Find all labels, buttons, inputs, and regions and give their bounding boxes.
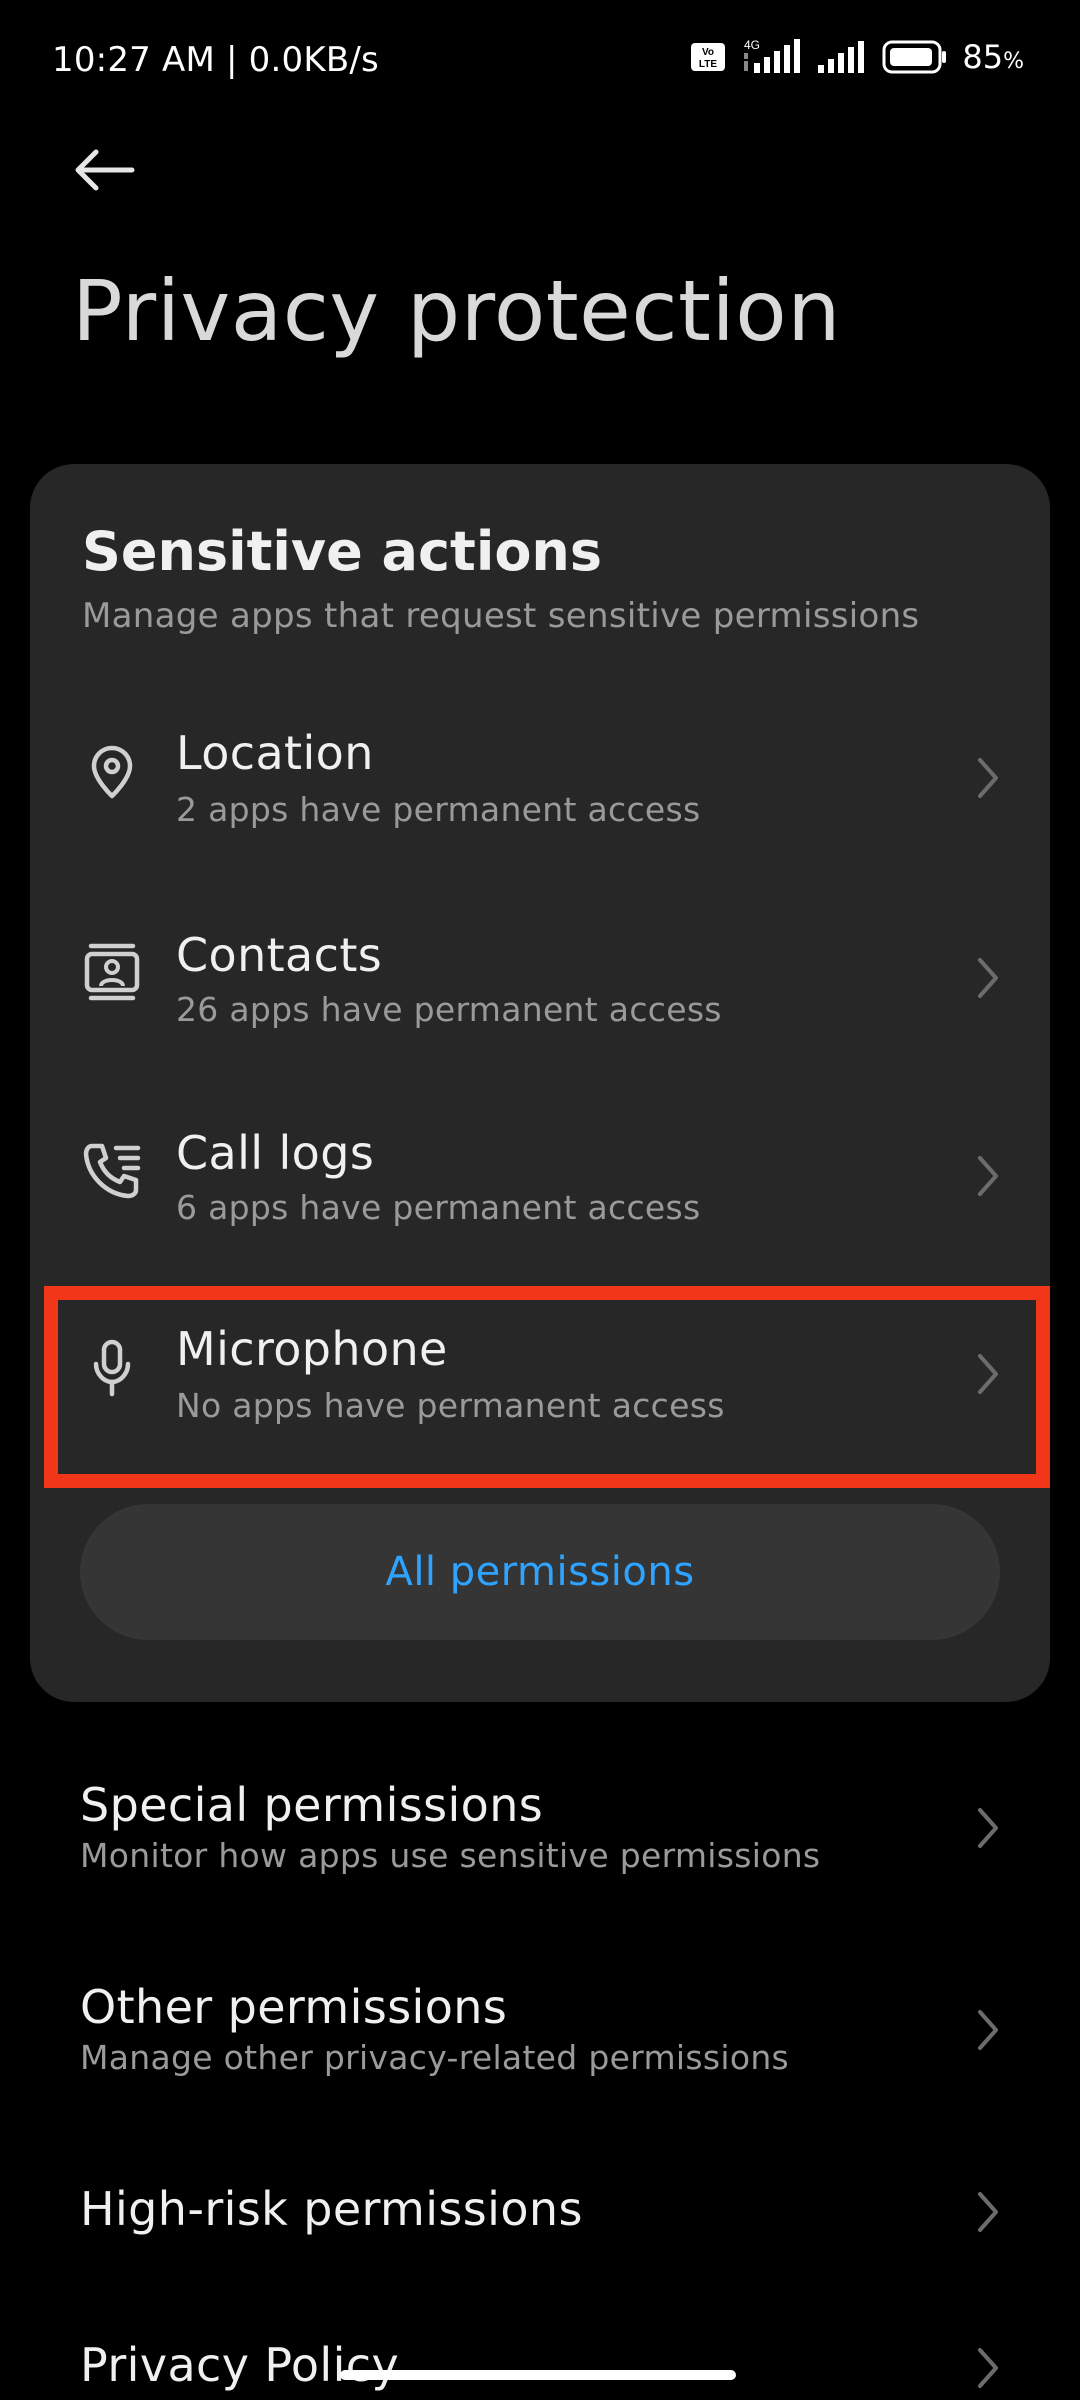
chevron-right-icon bbox=[978, 1808, 998, 1848]
perm-desc: 6 apps have permanent access bbox=[176, 1188, 701, 1227]
list-item-special-permissions[interactable]: Special permissions Monitor how apps use… bbox=[0, 1768, 1080, 1888]
list-item-privacy-policy[interactable]: Privacy Policy bbox=[0, 2338, 1080, 2400]
contacts-icon bbox=[80, 940, 144, 1004]
list-label: Special permissions bbox=[80, 1778, 544, 1832]
svg-text:LTE: LTE bbox=[699, 59, 717, 70]
perm-desc: 26 apps have permanent access bbox=[176, 990, 722, 1029]
all-permissions-button[interactable]: All permissions bbox=[80, 1504, 1000, 1640]
card-title: Sensitive actions bbox=[82, 520, 603, 583]
perm-desc: 2 apps have permanent access bbox=[176, 790, 701, 829]
perm-row-location[interactable]: Location 2 apps have permanent access bbox=[30, 680, 1050, 870]
call-log-icon bbox=[80, 1138, 144, 1202]
home-indicator[interactable] bbox=[340, 2370, 736, 2380]
perm-desc: No apps have permanent access bbox=[176, 1386, 725, 1425]
list-item-high-risk-permissions[interactable]: High-risk permissions bbox=[0, 2182, 1080, 2262]
chevron-right-icon bbox=[978, 2192, 998, 2232]
list-desc: Manage other privacy-related permissions bbox=[80, 2038, 790, 2077]
chevron-right-icon bbox=[978, 2010, 998, 2050]
list-item-other-permissions[interactable]: Other permissions Manage other privacy-r… bbox=[0, 1972, 1080, 2092]
svg-text:4G: 4G bbox=[744, 39, 760, 52]
status-icons: Vo LTE 4G 85% bbox=[690, 38, 1024, 76]
status-bar: 10:27 AM | 0.0KB/s Vo LTE 4G 85% bbox=[0, 0, 1080, 122]
chevron-right-icon bbox=[978, 1156, 998, 1196]
location-pin-icon bbox=[80, 740, 144, 804]
battery-icon bbox=[882, 40, 947, 74]
list-label: Privacy Policy bbox=[80, 2338, 400, 2392]
svg-text:Vo: Vo bbox=[702, 47, 714, 58]
microphone-icon bbox=[80, 1336, 144, 1400]
list-desc: Monitor how apps use sensitive permissio… bbox=[80, 1836, 821, 1875]
back-button[interactable] bbox=[72, 140, 152, 200]
perm-row-microphone[interactable]: Microphone No apps have permanent access bbox=[30, 1276, 1050, 1466]
signal-4g-icon: 4G bbox=[744, 39, 801, 73]
chevron-right-icon bbox=[978, 2348, 998, 2388]
page-title: Privacy protection bbox=[72, 262, 841, 360]
card-subtitle: Manage apps that request sensitive permi… bbox=[82, 596, 920, 636]
chevron-right-icon bbox=[978, 758, 998, 798]
perm-row-call-logs[interactable]: Call logs 6 apps have permanent access bbox=[30, 1078, 1050, 1268]
perm-label: Call logs bbox=[176, 1126, 375, 1180]
list-label: Other permissions bbox=[80, 1980, 508, 2034]
volte-icon: Vo LTE bbox=[691, 43, 726, 71]
signal-icon bbox=[818, 41, 865, 73]
arrow-left-icon bbox=[75, 149, 135, 191]
perm-row-contacts[interactable]: Contacts 26 apps have permanent access bbox=[30, 880, 1050, 1070]
perm-label: Contacts bbox=[176, 928, 383, 982]
perm-label: Location bbox=[176, 726, 374, 780]
chevron-right-icon bbox=[978, 958, 998, 998]
perm-label: Microphone bbox=[176, 1322, 448, 1376]
list-label: High-risk permissions bbox=[80, 2182, 583, 2236]
chevron-right-icon bbox=[978, 1354, 998, 1394]
battery-percent: 85% bbox=[962, 38, 1024, 76]
status-time-speed: 10:27 AM | 0.0KB/s bbox=[52, 40, 379, 80]
